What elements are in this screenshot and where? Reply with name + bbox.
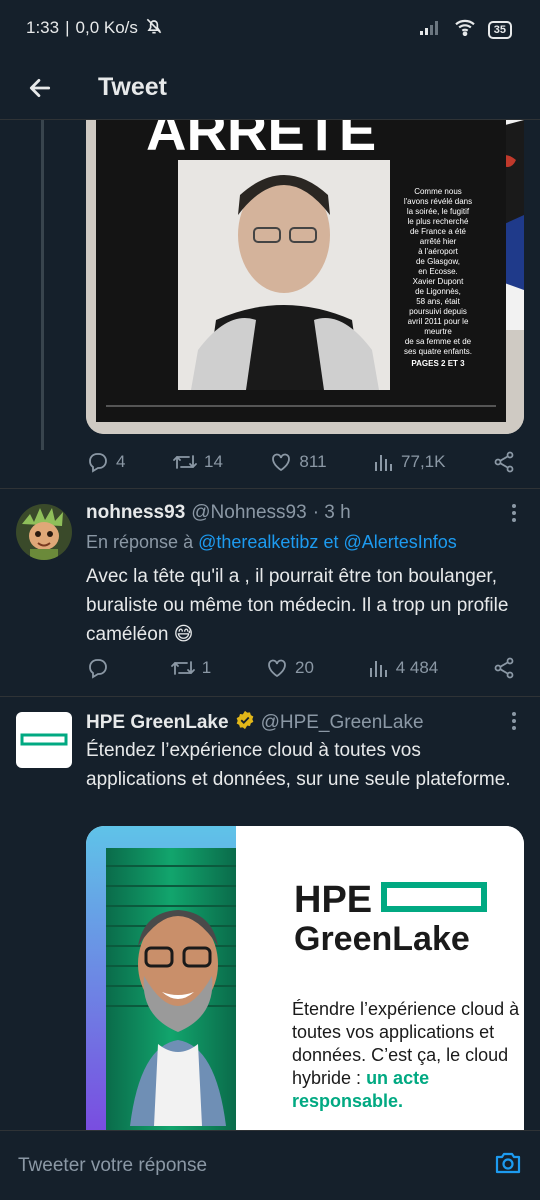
svg-text:PAGES 2 ET 3: PAGES 2 ET 3 [411,359,465,368]
signal-icon [419,19,442,40]
tweet-text: Avec la tête qu'il a , il pourrait être … [86,566,509,645]
retweet-count: 1 [201,658,212,677]
tweet-image-newspaper[interactable]: ARRÊTÉ Comme nous l'avons révélé dans la… [86,120,524,434]
reply-context: En réponse à @therealketibz et @AlertesI… [86,532,457,552]
tweet-actions: 1 20 4 484 [86,648,516,688]
svg-text:en Ecosse.: en Ecosse. [418,267,458,276]
share-icon [494,657,514,679]
tweet-header: nohness93 @Nohness93 · 3 h [86,502,351,524]
battery-icon: 35 [487,20,512,39]
more-options-button[interactable] [510,502,518,529]
svg-text:de sa femme et de: de sa femme et de [405,337,472,346]
reply-icon [89,453,107,473]
svg-text:la soirée, le fugitif: la soirée, le fugitif [407,207,470,216]
mention-link[interactable]: @therealketibz [198,532,318,552]
camera-button[interactable] [494,1150,522,1181]
retweet-button[interactable]: 14 [172,450,223,474]
svg-text:poursuivi depuis: poursuivi depuis [409,307,467,316]
status-time: 1:33 [26,18,60,37]
arrow-left-icon [29,78,51,97]
tweet-text: Étendez l’expérience cloud à toutes vos … [86,740,511,790]
thread-connector [41,120,44,450]
like-button[interactable]: 20 [265,656,314,680]
tweet-header: HPE GreenLake @HPE_GreenLake [86,710,424,736]
mention-link[interactable]: @AlertesInfos [343,532,456,552]
reply-input[interactable]: Tweeter votre réponse [18,1155,494,1177]
svg-text:l'avons révélé dans: l'avons révélé dans [404,197,472,206]
retweet-count: 14 [203,452,223,471]
svg-text:à l'aéroport: à l'aéroport [418,247,459,256]
retweet-button[interactable]: 1 [170,656,211,680]
ad-brand-hpe: HPE [294,879,372,921]
share-icon [494,451,514,473]
wifi-icon [454,18,476,41]
back-button[interactable] [0,56,80,120]
svg-text:meurtre: meurtre [424,327,452,336]
views-count: 4 484 [395,658,439,677]
svg-text:58 ans, était: 58 ans, était [416,297,460,306]
svg-text:le plus recherché: le plus recherché [408,217,469,226]
svg-text:Comme nous: Comme nous [414,187,462,196]
more-vertical-icon [512,504,516,522]
share-button[interactable] [492,656,516,680]
like-count: 20 [295,658,314,677]
ad-image[interactable]: HPE GreenLake Étendre l’expérience cloud… [86,826,524,1136]
author-handle[interactable]: @HPE_GreenLake [261,712,424,734]
reply-button[interactable] [86,656,116,680]
ad-brand-greenlake: GreenLake [294,920,470,958]
divider [0,488,540,489]
avatar[interactable] [16,504,72,560]
svg-text:ses quatre enfants.: ses quatre enfants. [404,347,472,356]
svg-text:de Ligonnès,: de Ligonnès, [415,287,461,296]
like-count: 811 [299,452,327,471]
views-button[interactable]: 4 484 [368,657,439,679]
views-chart-icon [375,455,393,471]
newspaper-headline: ARRÊTÉ [146,120,376,162]
network-speed: 0,0 Ko/s [75,18,138,37]
svg-text:Xavier Dupont: Xavier Dupont [413,277,464,286]
author-name[interactable]: HPE GreenLake [86,712,229,734]
page-title: Tweet [98,73,167,101]
more-vertical-icon [512,712,516,730]
views-button[interactable]: 77,1K [373,451,445,473]
reply-button[interactable]: 4 [86,450,125,474]
avatar[interactable] [16,712,72,768]
svg-text:de France a été: de France a été [410,227,467,236]
reply-icon [89,659,107,679]
views-count: 77,1K [401,452,446,471]
heart-icon [272,453,291,472]
status-bar: 1:33 | 0,0 Ko/s 35 [0,0,540,56]
reply-composer: Tweeter votre réponse [0,1130,540,1200]
views-chart-icon [369,661,387,677]
tweet-time: · 3 h [312,502,351,523]
author-handle[interactable]: @Nohness93 [191,502,306,524]
divider [0,696,540,697]
retweet-icon [170,661,195,675]
heart-icon [268,659,286,678]
more-options-button[interactable] [510,710,518,737]
camera-icon [495,1152,521,1174]
svg-text:avril 2011 pour le: avril 2011 pour le [408,317,469,326]
svg-text:arrêté hier: arrêté hier [420,237,457,246]
top-app-bar: Tweet [0,56,540,120]
like-button[interactable]: 811 [269,450,327,474]
reply-count: 4 [116,452,126,471]
author-name[interactable]: nohness93 [86,502,185,524]
retweet-icon [173,455,197,469]
svg-text:de Glasgow,: de Glasgow, [416,257,460,266]
verified-badge-icon [235,710,255,736]
share-button[interactable] [492,450,516,474]
tweet-actions: 4 14 811 77,1K [86,442,516,482]
bell-off-icon [144,16,164,41]
